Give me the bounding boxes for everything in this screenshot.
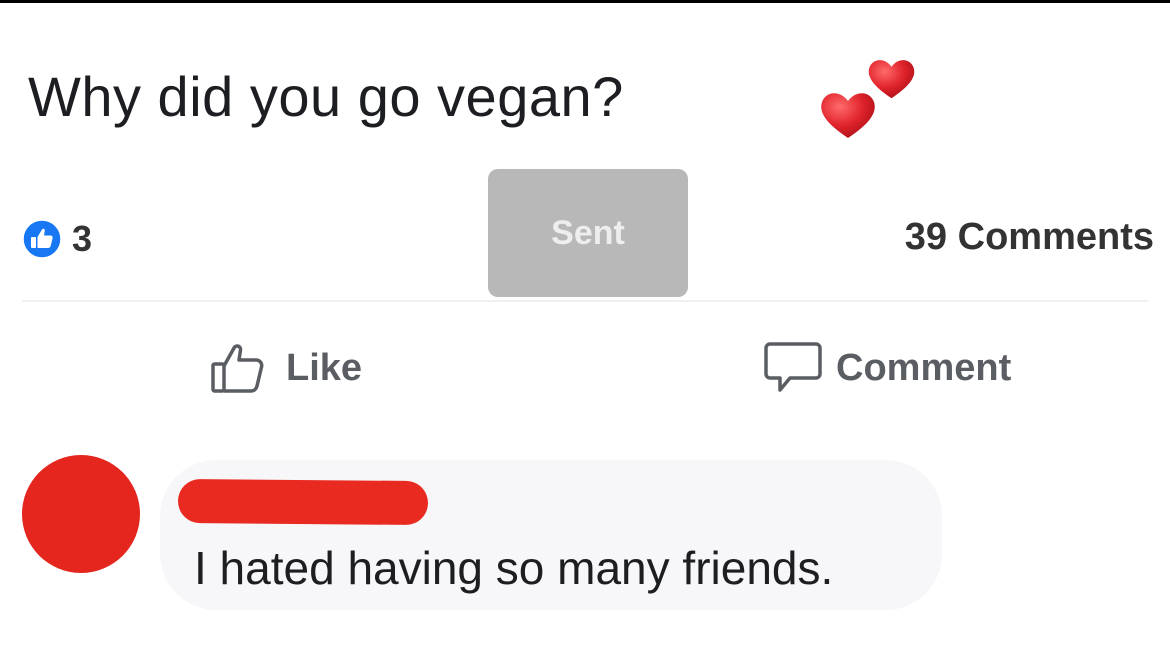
comment-button[interactable]: Comment [764,338,1011,398]
divider [22,300,1148,302]
like-icon [22,219,62,259]
comment-text: I hated having so many friends. [194,542,834,594]
comment-label: Comment [836,347,1012,389]
reaction-summary[interactable]: 3 [22,218,92,260]
comment-icon [764,342,822,392]
commenter-name-redacted[interactable] [177,478,429,526]
sent-button[interactable]: Sent [488,169,688,297]
post-title: Why did you go vegan? [28,65,624,128]
like-button[interactable]: Like [210,338,362,398]
commenter-avatar-redacted[interactable] [22,455,140,573]
like-label: Like [286,347,363,389]
thumbs-up-icon [211,344,264,393]
top-border [0,0,1170,3]
comments-count-link[interactable]: 39 Comments [905,214,1154,260]
facebook-post: Why did you go vegan? 3 Sent 39 Comments [0,0,1170,651]
reaction-count: 3 [72,218,93,259]
two-hearts-icon [821,60,915,138]
